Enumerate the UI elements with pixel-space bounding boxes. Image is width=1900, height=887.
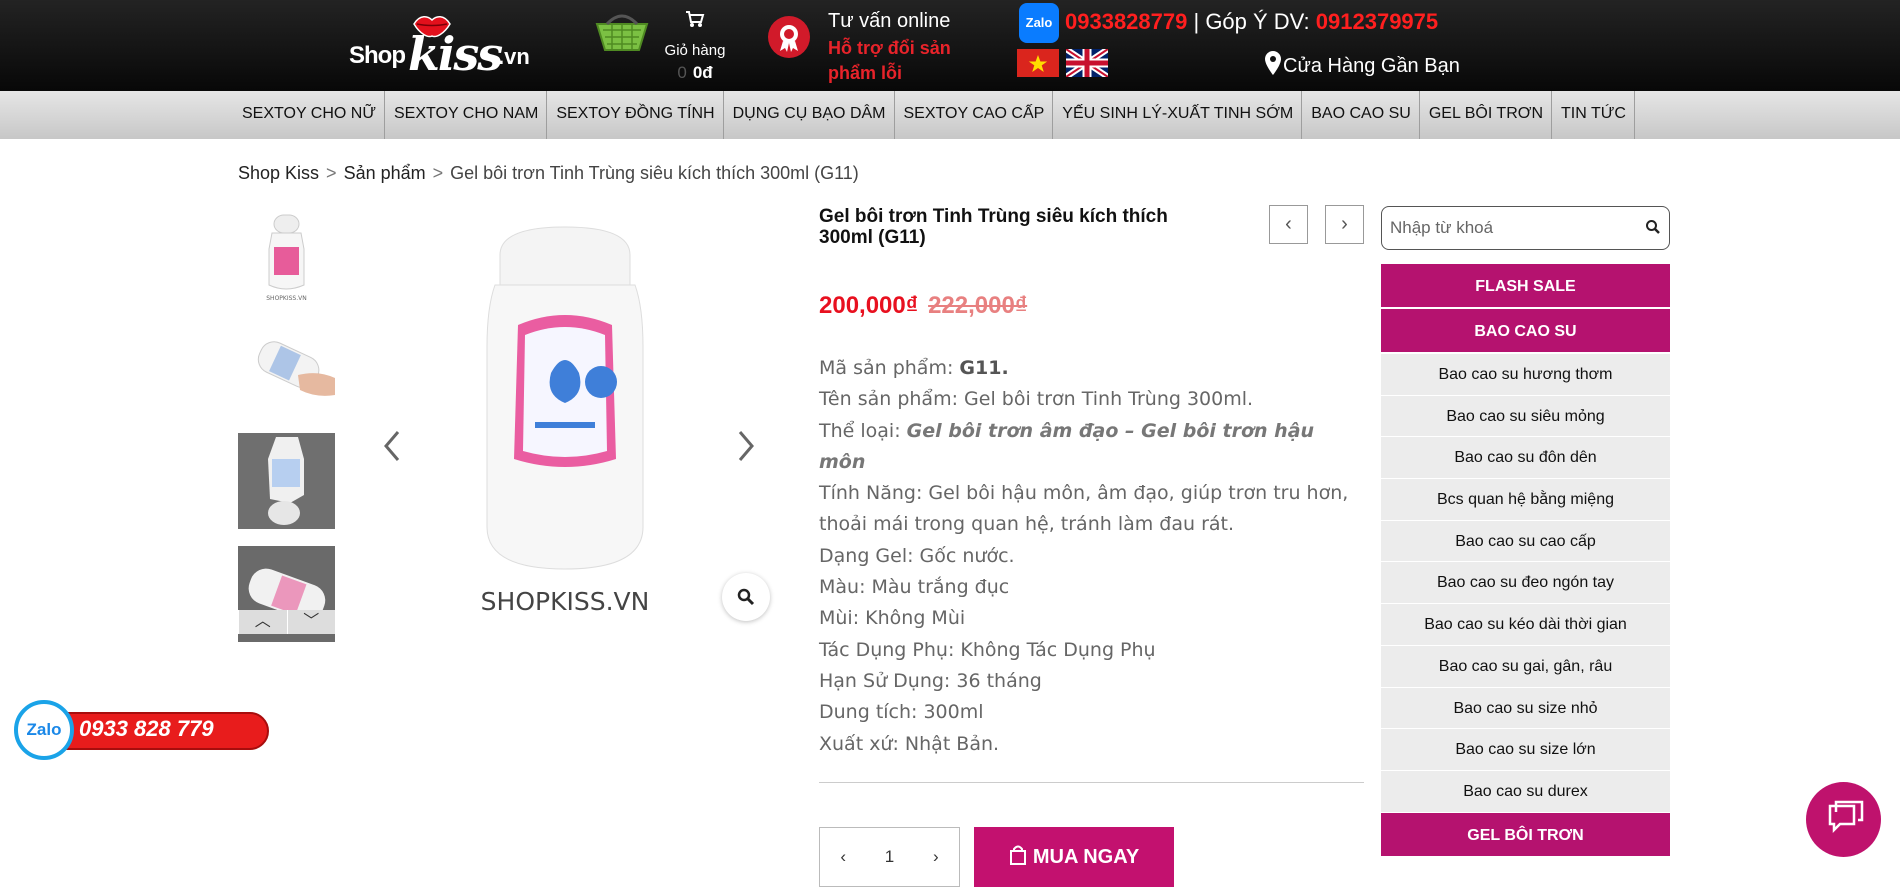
vietnam-flag-icon[interactable] <box>1017 49 1059 77</box>
sidebar-item[interactable]: Bao cao su siêu mỏng <box>1381 396 1670 438</box>
sidebar-item[interactable]: Bao cao su size nhỏ <box>1381 688 1670 730</box>
buy-now-button[interactable]: MUA NGAY <box>974 827 1174 887</box>
cart-count: 0 <box>677 63 687 82</box>
nav-yeu-sinh-ly[interactable]: YẾU SINH LÝ-XUẤT TINH SỚM <box>1053 91 1303 139</box>
breadcrumb: Shop Kiss > Sản phẩm > Gel bôi trơn Tinh Trù… <box>238 163 859 183</box>
thumbnail-2[interactable] <box>238 320 335 416</box>
quantity-stepper: ‹ 1 › <box>819 827 960 887</box>
sidebar-item[interactable]: Bao cao su đeo ngón tay <box>1381 562 1670 605</box>
site-logo[interactable]: Shop kiss .vn <box>346 12 531 81</box>
category-sidebar: FLASH SALE BAO CAO SU Bao cao su hương t… <box>1381 264 1670 858</box>
sidebar-item[interactable]: Bao cao su durex <box>1381 771 1670 813</box>
next-product-button[interactable]: › <box>1325 205 1364 244</box>
thumbnail-list: SHOPKISS.VN <box>238 207 335 659</box>
next-image-icon[interactable] <box>736 428 756 474</box>
thumbnail-3[interactable] <box>238 433 335 529</box>
nav-sextoy-nu[interactable]: SEXTOY CHO NỮ <box>233 91 385 139</box>
product-title: Gel bôi trơn Tinh Trùng siêu kích thích … <box>819 206 1168 248</box>
spec-volume: Dung tích: 300ml <box>819 701 984 724</box>
chat-button[interactable] <box>1806 782 1881 857</box>
sidebar-item[interactable]: Bao cao su cao cấp <box>1381 521 1670 563</box>
product-code: G11. <box>959 357 1009 379</box>
prev-product-button[interactable]: ‹ <box>1269 205 1308 244</box>
thumbnail-1[interactable]: SHOPKISS.VN <box>238 207 335 303</box>
sidebar-item[interactable]: Bao cao su kéo dài thời gian <box>1381 604 1670 646</box>
price: 200,000₫ 222,000₫ <box>819 292 1027 320</box>
breadcrumb-home[interactable]: Shop Kiss <box>238 163 319 183</box>
cart-total: 0đ <box>692 63 713 82</box>
consult-subtitle: Hỗ trợ đổi sản phẩm lỗi <box>828 38 951 83</box>
spec-form: Dạng Gel: Gốc nước. <box>819 544 1015 567</box>
thumbnail-nav: ︿ ﹀ <box>238 610 335 634</box>
nav-bao-cao-su[interactable]: BAO CAO SU <box>1302 91 1420 139</box>
top-header: Shop kiss .vn Giỏ hàng 0 0đ Tư vấn online… <box>0 0 1900 91</box>
zoom-icon[interactable] <box>722 573 770 621</box>
nav-sextoy-nam[interactable]: SEXTOY CHO NAM <box>385 91 548 139</box>
search-box <box>1381 206 1670 250</box>
thumbnail-up-icon[interactable]: ︿ <box>238 610 287 634</box>
stores-label: Cửa Hàng Gần Bạn <box>1283 55 1460 77</box>
consult-online[interactable]: Tư vấn online Hỗ trợ đổi sản phẩm lỗi <box>828 10 978 86</box>
medal-icon <box>768 16 810 58</box>
nav-dung-cu-bao-dam[interactable]: DỤNG CỤ BẠO DÂM <box>724 91 895 139</box>
hotline: Zalo 0933828779 | Góp Ý DV: 0912379975 <box>1019 3 1438 43</box>
language-flags <box>1017 49 1111 77</box>
divider <box>819 782 1364 783</box>
cart-icon <box>650 10 740 33</box>
zalo-circle-icon: Zalo <box>14 700 74 760</box>
cart[interactable]: Giỏ hàng 0 0đ <box>650 10 740 83</box>
spec-feature: Tính Năng: Gel bôi hậu môn, âm đạo, giúp… <box>819 482 1349 536</box>
product-name: Gel bôi trơn Tinh Trùng 300ml. <box>964 388 1254 411</box>
shopping-bag-icon <box>1009 845 1026 865</box>
thumbnail-down-icon[interactable]: ﹀ <box>286 610 336 634</box>
hotline-phone[interactable]: 0933828779 <box>1065 9 1187 34</box>
spec-color: Màu: Màu trắng đục <box>819 576 1010 599</box>
location-pin-icon <box>1265 51 1281 75</box>
spec-expiry: Hạn Sử Dụng: 36 tháng <box>819 669 1042 692</box>
sidebar-item[interactable]: Bcs quan hệ bằng miệng <box>1381 479 1670 521</box>
quantity-value[interactable]: 1 <box>866 847 912 867</box>
feedback-label: Góp Ý DV: <box>1205 8 1310 34</box>
condom-heading[interactable]: BAO CAO SU <box>1381 309 1670 354</box>
zalo-call-phone: 0933 828 779 <box>79 716 214 741</box>
nav-sextoy-dong-tinh[interactable]: SEXTOY ĐỒNG TÍNH <box>547 91 724 139</box>
sidebar-item[interactable]: Bao cao su size lớn <box>1381 729 1670 771</box>
prev-image-icon[interactable] <box>382 428 402 474</box>
search-icon[interactable] <box>1645 219 1661 235</box>
main-product-image[interactable]: SHOPKISS.VN <box>375 207 775 637</box>
nav-gel-boi-tron[interactable]: GEL BÔI TRƠN <box>1420 91 1553 139</box>
svg-text:SHOPKISS.VN: SHOPKISS.VN <box>481 587 650 616</box>
breadcrumb-products[interactable]: Sản phẩm <box>344 163 426 183</box>
spec-origin: Xuất xứ: Nhật Bản. <box>819 732 1000 755</box>
breadcrumb-current: Gel bôi trơn Tinh Trùng siêu kích thích … <box>450 163 859 183</box>
cart-label: Giỏ hàng <box>664 42 726 59</box>
uk-flag-icon[interactable] <box>1066 49 1109 77</box>
gel-heading[interactable]: GEL BÔI TRƠN <box>1381 812 1670 858</box>
current-price: 200,000₫ <box>819 292 919 319</box>
svg-text:SHOPKISS.VN: SHOPKISS.VN <box>266 295 306 302</box>
sidebar-item[interactable]: Bao cao su hương thơm <box>1381 354 1670 396</box>
stores-link[interactable]: Cửa Hàng Gần Bạn <box>1265 51 1460 78</box>
feedback-phone[interactable]: 0912379975 <box>1316 9 1438 34</box>
quantity-decrease-button[interactable]: ‹ <box>820 847 866 867</box>
old-price: 222,000₫ <box>928 292 1028 319</box>
nav-tin-tuc[interactable]: TIN TỨC <box>1552 91 1635 139</box>
spec-side-effect: Tác Dụng Phụ: Không Tác Dụng Phụ <box>819 638 1156 661</box>
sidebar-item[interactable]: Bao cao su đôn dên <box>1381 437 1670 480</box>
nav-sextoy-cao-cap[interactable]: SEXTOY CAO CẤP <box>895 91 1054 139</box>
consult-title: Tư vấn online <box>828 10 951 32</box>
sidebar-item[interactable]: Bao cao su gai, gân, râu <box>1381 646 1670 688</box>
zalo-icon[interactable]: Zalo <box>1019 3 1059 43</box>
quantity-increase-button[interactable]: › <box>913 847 959 867</box>
chat-bubble-icon <box>1828 800 1864 834</box>
main-nav: SEXTOY CHO NỮ SEXTOY CHO NAM SEXTOY ĐỒNG… <box>0 91 1900 139</box>
product-specs: Mã sản phẩm: G11. Tên sản phẩm: Gel bôi … <box>819 353 1364 760</box>
zalo-call-widget[interactable]: 0933 828 779 Zalo <box>14 700 269 762</box>
search-input[interactable] <box>1383 208 1623 248</box>
flash-sale-heading[interactable]: FLASH SALE <box>1381 264 1670 309</box>
spec-smell: Mùi: Không Mùi <box>819 607 966 630</box>
basket-icon[interactable] <box>593 12 651 52</box>
